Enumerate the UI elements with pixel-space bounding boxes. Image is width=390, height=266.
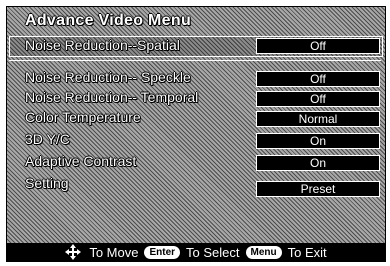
menu-item-value-noise-speckle[interactable]: Off xyxy=(256,71,380,87)
footer-help-bar: To Move Enter To Select Menu To Exit xyxy=(7,243,385,261)
divider xyxy=(9,60,381,61)
menu-item-label-noise-temporal[interactable]: Noise Reduction-- Temporal xyxy=(25,89,198,105)
menu-item-label-noise-spatial[interactable]: Noise Reduction--Spatial xyxy=(25,37,180,53)
menu-item-value-adaptive-contrast[interactable]: On xyxy=(256,155,380,171)
four-way-arrow-icon xyxy=(65,244,82,260)
menu-item-value-3d-yc[interactable]: On xyxy=(256,133,380,149)
menu-item-label-setting[interactable]: Setting xyxy=(25,175,69,191)
menu-item-value-noise-temporal[interactable]: Off xyxy=(256,91,380,107)
menu-item-label-color-temperature[interactable]: Color Temperature xyxy=(25,109,141,125)
menu-item-label-noise-speckle[interactable]: Noise Reduction-- Speckle xyxy=(25,69,191,85)
menu-title: Advance Video Menu xyxy=(25,12,192,29)
move-label: To Move xyxy=(89,244,139,260)
enter-key-badge: Enter xyxy=(144,245,181,259)
exit-label: To Exit xyxy=(287,244,327,260)
menu-item-value-color-temperature[interactable]: Normal xyxy=(256,111,380,127)
menu-item-label-adaptive-contrast[interactable]: Adaptive Contrast xyxy=(25,153,136,169)
menu-item-label-3d-yc[interactable]: 3D Y/C xyxy=(25,131,70,147)
menu-item-value-noise-spatial[interactable]: Off xyxy=(256,38,380,54)
select-label: To Select xyxy=(186,244,240,260)
menu-item-value-setting[interactable]: Preset xyxy=(256,181,380,197)
osd-menu-panel: Advance Video Menu Noise Reduction--Spat… xyxy=(6,6,386,262)
menu-key-badge: Menu xyxy=(245,245,282,259)
